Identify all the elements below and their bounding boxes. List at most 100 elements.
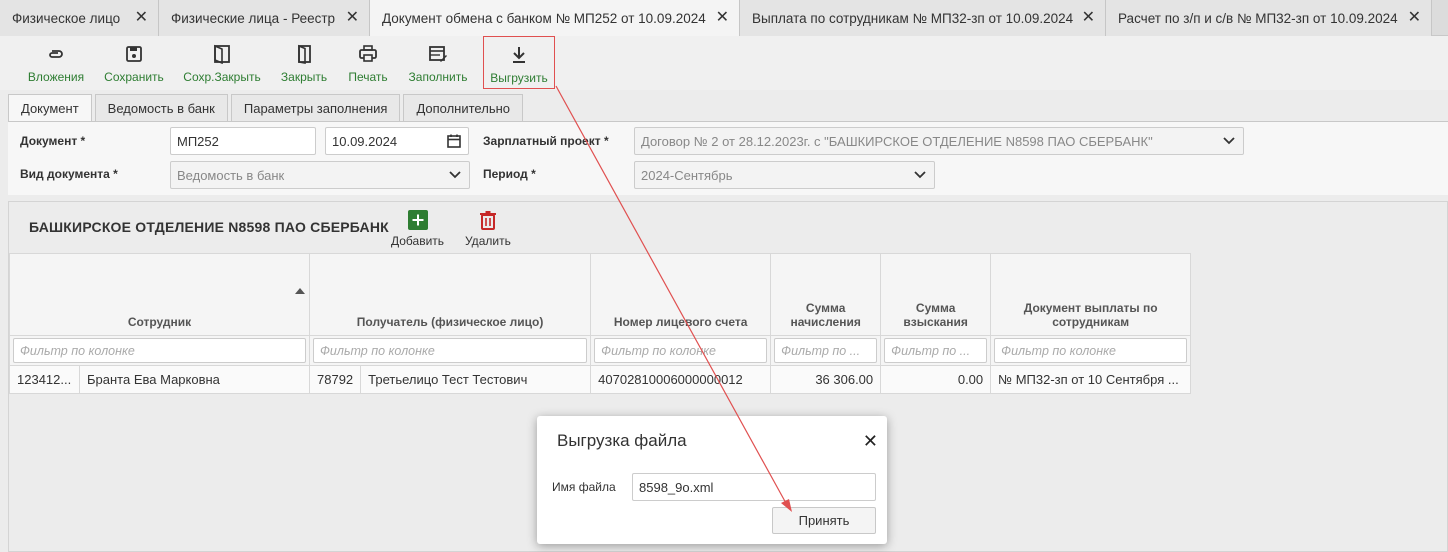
fill-button[interactable]: Заполнить	[407, 36, 469, 88]
salary-project-select[interactable]: Договор № 2 от 28.12.2023г. с "БАШКИРСКО…	[634, 127, 1244, 155]
delete-button[interactable]: Удалить	[465, 210, 511, 248]
save-close-button[interactable]: Сохр.Закрыть	[183, 36, 261, 88]
deduction-amount-cell: 0.00	[880, 365, 992, 394]
tab-fill-parameters[interactable]: Параметры заполнения	[230, 94, 401, 122]
document-date-input[interactable]: 10.09.2024	[325, 127, 469, 155]
column-header-payment-doc[interactable]: Документ выплаты по сотрудникам	[990, 253, 1192, 336]
print-button[interactable]: Печать	[347, 36, 389, 88]
accrual-amount-cell: 36 306.00	[770, 365, 882, 394]
section-tabs: Документ Ведомость в банк Параметры запо…	[8, 94, 526, 122]
add-label: Добавить	[391, 234, 445, 248]
document-type-value: Ведомость в банк	[177, 167, 285, 183]
sort-ascending-icon[interactable]	[295, 288, 305, 294]
paperclip-icon	[49, 50, 63, 58]
recipient-code-cell: 78792	[308, 365, 362, 394]
close-icon[interactable]: ✕	[863, 431, 878, 452]
column-header-employee[interactable]: Сотрудник	[9, 253, 310, 336]
employee-code-cell: 123412...	[9, 365, 80, 394]
print-label: Печать	[348, 70, 388, 84]
tab-employee-payment[interactable]: Выплата по сотрудникам № МП32-зп от 10.0…	[740, 0, 1106, 36]
close-icon[interactable]: ✕	[1082, 10, 1095, 26]
dialog-title: Выгрузка файла	[557, 431, 687, 450]
accept-button[interactable]: Принять	[772, 507, 876, 534]
column-header-deduction[interactable]: Сумма взыскания	[880, 253, 992, 336]
table-edit-icon	[429, 46, 447, 62]
filter-input-deduction[interactable]: Фильтр по ...	[884, 338, 988, 363]
tab-salary-calculation[interactable]: Расчет по з/п и с/в № МП32-зп от 10.09.2…	[1106, 0, 1432, 36]
close-icon[interactable]: ✕	[135, 10, 148, 26]
tab-label: Выплата по сотрудникам № МП32-зп от 10.0…	[752, 10, 1074, 26]
column-label: Получатель (физическое лицо)	[356, 315, 544, 329]
chevron-down-icon	[1223, 137, 1235, 145]
tab-label: Физические лица - Реестр	[171, 10, 336, 26]
filter-input-recipient[interactable]: Фильтр по колонке	[313, 338, 588, 363]
tab-bank-exchange-document[interactable]: Документ обмена с банком № МП252 от 10.0…	[370, 0, 740, 36]
employee-name-cell: Бранта Ева Марковна	[79, 365, 310, 394]
tab-individual[interactable]: Физическое лицо ✕	[0, 0, 159, 36]
document-type-select[interactable]: Ведомость в банк	[170, 161, 470, 189]
close-icon[interactable]: ✕	[1408, 10, 1421, 26]
recipient-name-cell: Третьелицо Тест Тестович	[360, 365, 592, 394]
salary-project-label: Зарплатный проект *	[483, 134, 609, 148]
tab-label: Физическое лицо	[12, 10, 121, 26]
period-label: Период *	[483, 167, 536, 181]
attachments-button[interactable]: Вложения	[27, 36, 85, 88]
column-header-recipient[interactable]: Получатель (физическое лицо)	[308, 253, 592, 336]
tab-bank-statement[interactable]: Ведомость в банк	[94, 94, 228, 122]
column-label: Номер лицевого счета	[613, 315, 748, 329]
save-button[interactable]: Сохранить	[103, 36, 165, 88]
document-date-value: 10.09.2024	[332, 133, 398, 149]
calendar-icon[interactable]	[446, 133, 462, 149]
export-label: Выгрузить	[490, 71, 548, 85]
grid-title: БАШКИРСКОЕ ОТДЕЛЕНИЕ N8598 ПАО СБЕРБАНК	[29, 219, 389, 235]
add-button[interactable]: Добавить	[391, 210, 444, 248]
document-form: Документ * МП252 10.09.2024 Зарплатный п…	[8, 121, 1448, 195]
attachments-label: Вложения	[27, 70, 85, 84]
delete-label: Удалить	[465, 234, 511, 248]
filter-input-accrual[interactable]: Фильтр по ...	[774, 338, 878, 363]
column-header-accrual[interactable]: Сумма начисления	[770, 253, 882, 336]
column-label: Сотрудник	[127, 315, 192, 329]
document-tabs-bar: Физическое лицо ✕ Физические лица - Реест…	[0, 0, 1448, 36]
trash-icon	[479, 211, 496, 230]
employee-grid: Сотрудник Получатель (физическое лицо) Н…	[9, 253, 1192, 394]
download-icon	[513, 47, 525, 63]
document-number-input[interactable]: МП252	[170, 127, 316, 155]
close-icon[interactable]: ✕	[346, 10, 359, 26]
plus-icon	[407, 210, 428, 230]
fill-label: Заполнить	[408, 70, 468, 84]
file-name-input[interactable]: 8598_9o.xml	[632, 473, 876, 501]
payment-document-cell: № МП32-зп от 10 Сентября ...	[990, 365, 1192, 394]
export-button[interactable]: Выгрузить	[483, 36, 555, 89]
tab-individuals-registry[interactable]: Физические лица - Реестр ✕	[159, 0, 370, 36]
tab-additional[interactable]: Дополнительно	[403, 94, 524, 122]
document-label: Документ *	[20, 134, 86, 148]
document-type-label: Вид документа *	[20, 167, 118, 181]
period-select[interactable]: 2024-Сентябрь	[634, 161, 935, 189]
file-name-label: Имя файла	[552, 480, 616, 494]
toolbar: Вложения Сохранить Сохр.Закрыть Закрыть …	[0, 36, 1448, 90]
chevron-down-icon	[449, 171, 461, 179]
salary-project-value: Договор № 2 от 28.12.2023г. с "БАШКИРСКО…	[641, 133, 1153, 149]
filter-input-account[interactable]: Фильтр по колонке	[594, 338, 768, 363]
document-number-value: МП252	[177, 133, 219, 149]
table-row[interactable]: 123412... Бранта Ева Марковна 78792 Трет…	[9, 365, 1192, 394]
column-label: Документ выплаты по сотрудникам	[1023, 301, 1158, 329]
account-number-cell: 40702810006000000012	[590, 365, 772, 394]
file-name-value: 8598_9o.xml	[639, 479, 714, 495]
floppy-icon	[126, 46, 142, 62]
close-icon[interactable]: ✕	[716, 10, 729, 26]
column-label: Сумма взыскания	[903, 301, 968, 329]
close-button[interactable]: Закрыть	[280, 36, 328, 88]
close-label: Закрыть	[280, 70, 328, 84]
tab-document[interactable]: Документ	[8, 94, 92, 122]
chevron-down-icon	[914, 171, 926, 179]
period-value: 2024-Сентябрь	[641, 167, 733, 183]
tab-label: Расчет по з/п и с/в № МП32-зп от 10.09.2…	[1118, 10, 1398, 26]
filter-input-employee[interactable]: Фильтр по колонке	[13, 338, 306, 363]
file-export-dialog: Выгрузка файла ✕ Имя файла 8598_9o.xml П…	[537, 416, 887, 544]
save-close-label: Сохр.Закрыть	[183, 70, 261, 84]
column-header-account[interactable]: Номер лицевого счета	[590, 253, 772, 336]
filter-input-payment-doc[interactable]: Фильтр по колонке	[994, 338, 1188, 363]
save-label: Сохранить	[104, 70, 164, 84]
